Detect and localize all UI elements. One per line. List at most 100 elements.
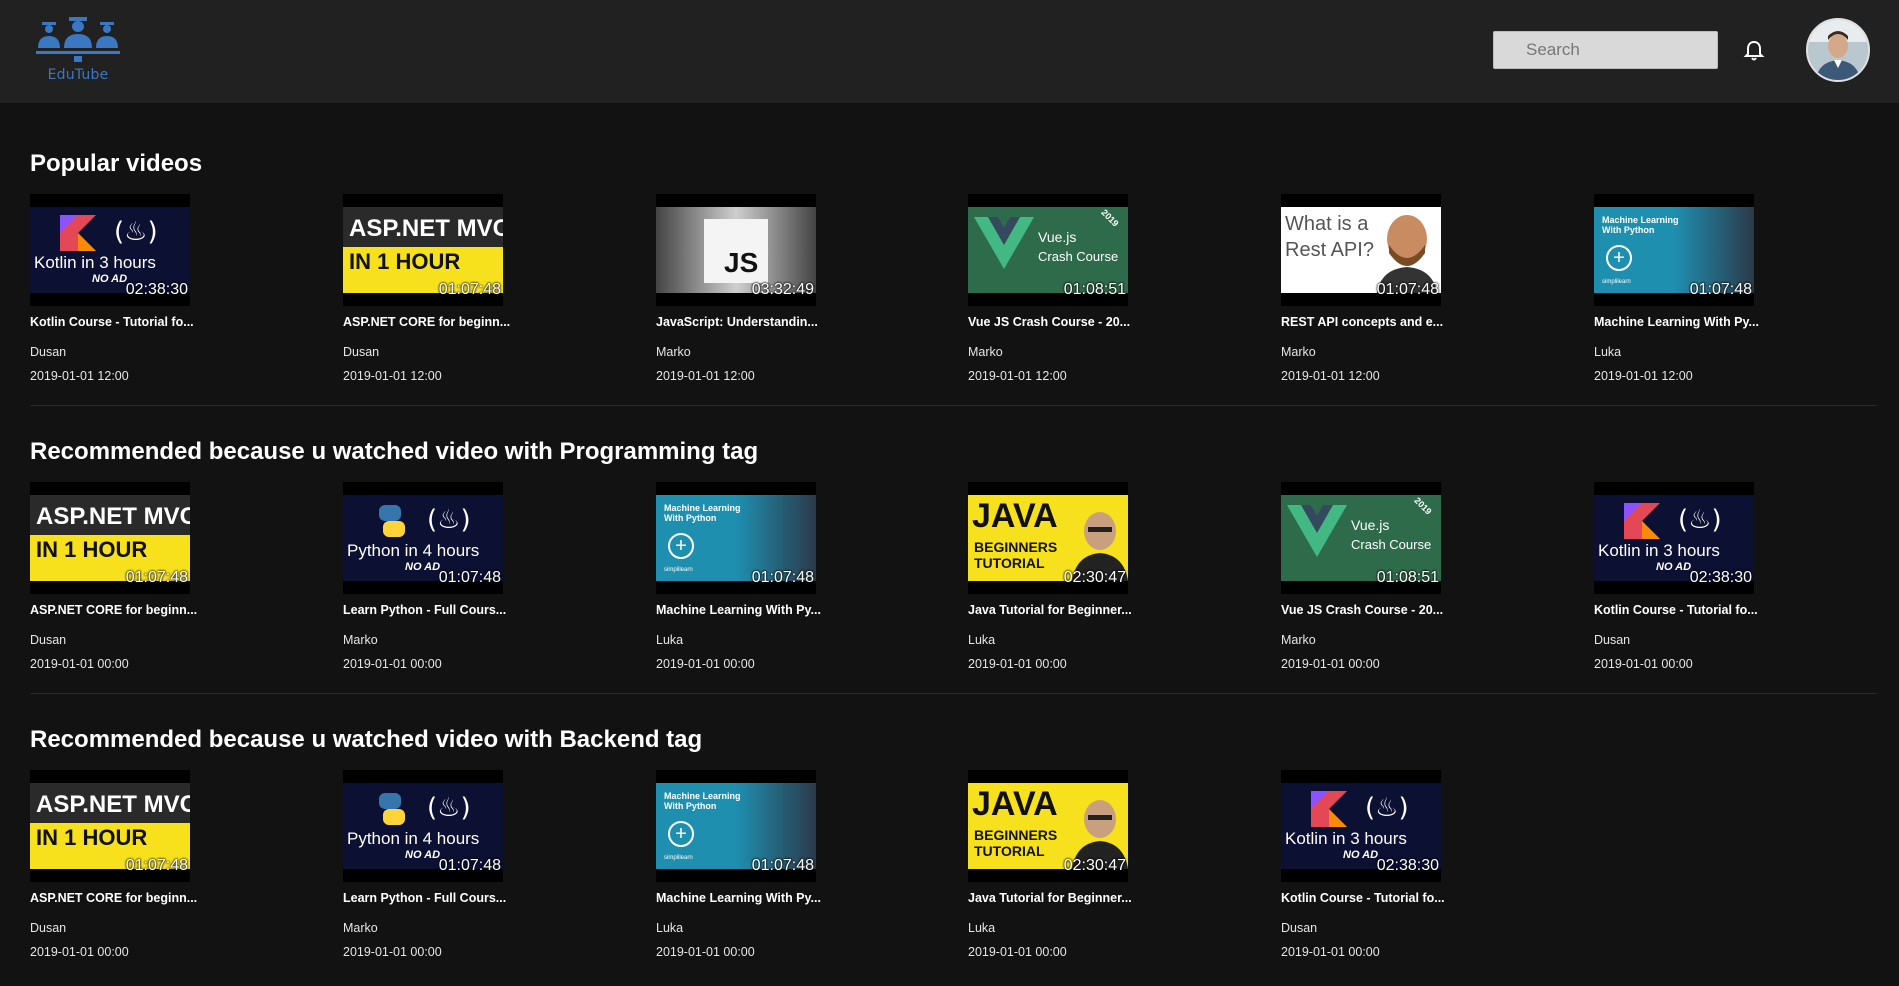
video-title[interactable]: Machine Learning With Py... <box>656 603 831 617</box>
video-card[interactable]: Machine Learning With Python + simplilearn 0… <box>1594 194 1759 394</box>
video-title[interactable]: REST API concepts and e... <box>1281 315 1456 329</box>
video-thumbnail[interactable]: JAVA BEGINNERS TUTORIAL 02:30:47 <box>968 770 1128 882</box>
channel-name[interactable]: Marko <box>968 345 1003 359</box>
video-duration: 03:32:49 <box>751 281 814 298</box>
video-card[interactable]: ASP.NET MVC IN 1 HOUR 01:07:48 ASP.NET CORE… <box>30 770 197 970</box>
thumbnail-text: Machine Learning <box>1602 215 1679 225</box>
channel-name[interactable]: Marko <box>1281 633 1316 647</box>
notification-bell-icon[interactable] <box>1742 39 1766 63</box>
avatar-photo <box>1808 20 1868 80</box>
thumbnail-text: JS <box>724 247 759 278</box>
video-card[interactable]: ASP.NET MVC IN 1 HOUR 01:07:48 ASP.NET CORE… <box>343 194 510 394</box>
video-card[interactable]: Vue.js Crash Course 2019 01:08:51 Vue JS Cra… <box>1281 482 1446 682</box>
video-title[interactable]: Vue JS Crash Course - 20... <box>968 315 1143 329</box>
video-thumbnail[interactable]: (♨) Python in 4 hours NO AD 01:07:48 <box>343 482 503 594</box>
video-card[interactable]: JAVA BEGINNERS TUTORIAL 02:30:47 Java Tutori… <box>968 482 1133 682</box>
video-card[interactable]: Machine Learning With Python + simplilearn 0… <box>656 770 821 970</box>
video-card[interactable]: (♨) Python in 4 hours NO AD 01:07:48 Learn P… <box>343 770 508 970</box>
video-thumbnail[interactable]: (♨) Kotlin in 3 hours NO AD 02:38:30 <box>1594 482 1754 594</box>
video-card[interactable]: (♨) Kotlin in 3 hours NO AD 02:38:30 Kotlin … <box>30 194 195 394</box>
video-title[interactable]: ASP.NET CORE for beginn... <box>30 891 205 905</box>
channel-name[interactable]: Luka <box>656 921 683 935</box>
edutube-logo[interactable]: EduTube <box>36 14 120 88</box>
video-thumbnail[interactable]: What is a Rest API? 01:07:48 <box>1281 194 1441 306</box>
freecodecamp-logo-icon: (♨) <box>1365 793 1409 823</box>
channel-name[interactable]: Dusan <box>30 345 66 359</box>
video-thumbnail[interactable]: (♨) Kotlin in 3 hours NO AD 02:38:30 <box>30 194 190 306</box>
upload-date: 2019-01-01 00:00 <box>968 945 1067 959</box>
thumbnail-text: Machine Learning <box>664 503 741 513</box>
video-duration: 01:07:48 <box>751 569 814 586</box>
upload-date: 2019-01-01 12:00 <box>1594 369 1693 383</box>
video-card[interactable]: Machine Learning With Python + simplilearn 0… <box>656 482 821 682</box>
video-duration: 02:30:47 <box>1063 569 1126 586</box>
freecodecamp-logo-icon: (♨) <box>1678 505 1722 535</box>
channel-name[interactable]: Marko <box>343 633 378 647</box>
video-card[interactable]: (♨) Kotlin in 3 hours NO AD 02:38:30 Kotlin … <box>1281 770 1446 970</box>
medical-cross-icon: + <box>1606 245 1632 271</box>
video-thumbnail[interactable]: Vue.js Crash Course 2019 01:08:51 <box>1281 482 1441 594</box>
channel-name[interactable]: Dusan <box>1281 921 1317 935</box>
channel-name[interactable]: Marko <box>656 345 691 359</box>
channel-name[interactable]: Dusan <box>343 345 379 359</box>
video-title[interactable]: ASP.NET CORE for beginn... <box>30 603 205 617</box>
thumbnail-text: NO AD <box>405 561 441 573</box>
video-card[interactable]: What is a Rest API? 01:07:48 REST API conce… <box>1281 194 1446 394</box>
video-card[interactable]: ASP.NET MVC IN 1 HOUR 01:07:48 ASP.NET CORE… <box>30 482 197 682</box>
video-thumbnail[interactable]: ASP.NET MVC IN 1 HOUR 01:07:48 <box>343 194 503 306</box>
video-duration: 01:07:48 <box>1376 281 1439 298</box>
channel-name[interactable]: Marko <box>1281 345 1316 359</box>
thumbnail-text: JAVA <box>972 497 1058 535</box>
channel-name[interactable]: Luka <box>1594 345 1621 359</box>
video-title[interactable]: Java Tutorial for Beginner... <box>968 891 1143 905</box>
video-duration: 02:38:30 <box>125 281 188 298</box>
channel-name[interactable]: Dusan <box>1594 633 1630 647</box>
video-title[interactable]: Vue JS Crash Course - 20... <box>1281 603 1456 617</box>
video-title[interactable]: JavaScript: Understandin... <box>656 315 831 329</box>
video-title[interactable]: Kotlin Course - Tutorial fo... <box>1281 891 1456 905</box>
video-title[interactable]: Learn Python - Full Cours... <box>343 603 518 617</box>
video-title[interactable]: Machine Learning With Py... <box>656 891 831 905</box>
kotlin-logo-icon <box>1311 791 1347 827</box>
video-title[interactable]: Learn Python - Full Cours... <box>343 891 518 905</box>
video-thumbnail[interactable]: Machine Learning With Python + simplilearn 0… <box>656 770 816 882</box>
video-card[interactable]: JAVA BEGINNERS TUTORIAL 02:30:47 Java Tutori… <box>968 770 1133 970</box>
video-thumbnail[interactable]: ASP.NET MVC IN 1 HOUR 01:07:48 <box>30 770 190 882</box>
video-card[interactable]: (♨) Python in 4 hours NO AD 01:07:48 Learn P… <box>343 482 508 682</box>
video-thumbnail[interactable]: JS 03:32:49 <box>656 194 816 306</box>
video-title[interactable]: Java Tutorial for Beginner... <box>968 603 1143 617</box>
video-thumbnail[interactable]: JAVA BEGINNERS TUTORIAL 02:30:47 <box>968 482 1128 594</box>
video-title[interactable]: Kotlin Course - Tutorial fo... <box>30 315 205 329</box>
channel-name[interactable]: Luka <box>968 633 995 647</box>
video-card[interactable]: Vue.js Crash Course 2019 01:08:51 Vue JS Cra… <box>968 194 1133 394</box>
video-duration: 01:07:48 <box>125 569 188 586</box>
channel-name[interactable]: Luka <box>968 921 995 935</box>
video-card[interactable]: (♨) Kotlin in 3 hours NO AD 02:38:30 Kotlin … <box>1594 482 1759 682</box>
video-thumbnail[interactable]: (♨) Python in 4 hours NO AD 01:07:48 <box>343 770 503 882</box>
channel-name[interactable]: Luka <box>656 633 683 647</box>
video-thumbnail[interactable]: (♨) Kotlin in 3 hours NO AD 02:38:30 <box>1281 770 1441 882</box>
thumbnail-text: Kotlin in 3 hours <box>1598 541 1720 560</box>
channel-name[interactable]: Dusan <box>30 921 66 935</box>
channel-name[interactable]: Dusan <box>30 633 66 647</box>
video-thumbnail[interactable]: Machine Learning With Python + simplilearn 0… <box>1594 194 1754 306</box>
user-avatar[interactable] <box>1806 18 1870 82</box>
channel-name[interactable]: Marko <box>343 921 378 935</box>
video-thumbnail[interactable]: Vue.js Crash Course 2019 01:08:51 <box>968 194 1128 306</box>
vue-logo-icon <box>1287 505 1347 565</box>
video-title[interactable]: ASP.NET CORE for beginn... <box>343 315 518 329</box>
search-input[interactable] <box>1493 31 1718 69</box>
video-card[interactable]: JS 03:32:49 JavaScript: Understandin... Mar… <box>656 194 821 394</box>
brand-text: simplilearn <box>664 855 693 861</box>
video-section: Recommended because u watched video with… <box>30 726 1876 986</box>
video-thumbnail[interactable]: ASP.NET MVC IN 1 HOUR 01:07:48 <box>30 482 190 594</box>
video-thumbnail[interactable]: Machine Learning With Python + simplilearn 0… <box>656 482 816 594</box>
upload-date: 2019-01-01 00:00 <box>343 945 442 959</box>
video-section: Recommended because u watched video with… <box>30 438 1876 698</box>
top-bar: EduTube <box>0 0 1899 103</box>
video-title[interactable]: Kotlin Course - Tutorial fo... <box>1594 603 1769 617</box>
year-badge: 2019 <box>1099 207 1121 229</box>
freecodecamp-logo-icon: (♨) <box>427 505 471 535</box>
video-title[interactable]: Machine Learning With Py... <box>1594 315 1769 329</box>
thumbnail-text: NO AD <box>92 273 128 285</box>
